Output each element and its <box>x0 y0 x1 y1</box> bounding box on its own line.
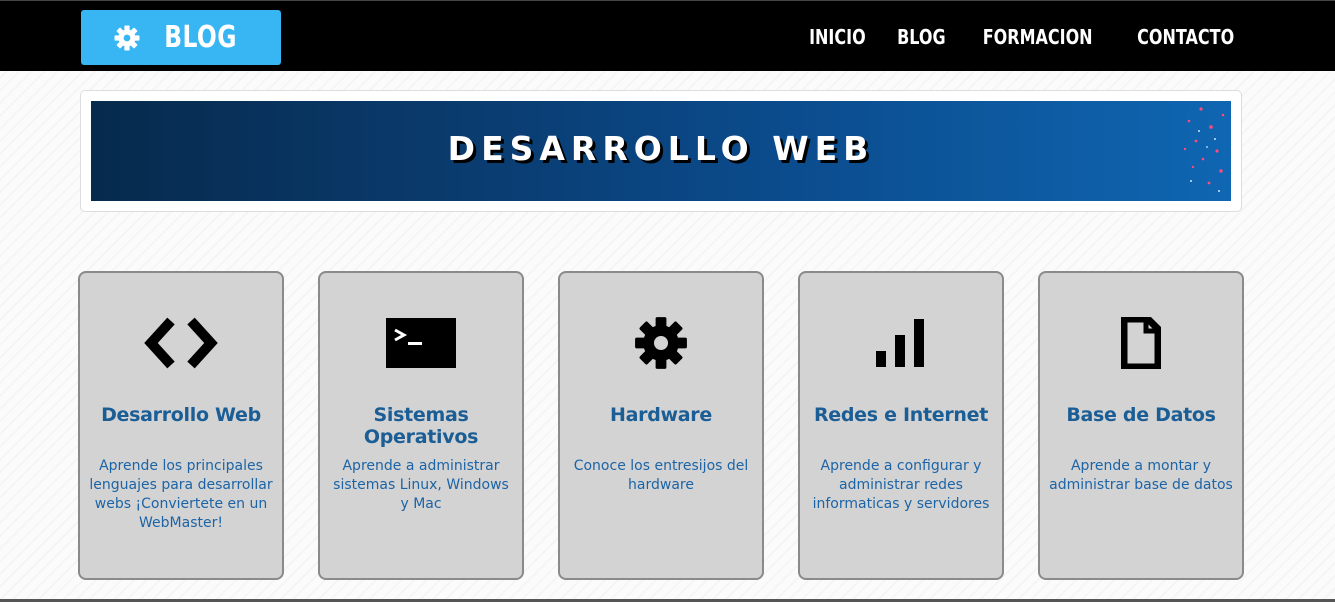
nav-item-blog[interactable]: BLOG <box>897 25 946 49</box>
card-sistemas-operativos[interactable]: Sistemas Operativos Aprende a administra… <box>318 271 524 580</box>
card-title: Hardware <box>610 404 712 426</box>
navbar: BLOG INICIO BLOG FORMACION CONTACTO <box>0 0 1335 71</box>
card-redes-internet[interactable]: Redes e Internet Aprende a configurar y … <box>798 271 1004 580</box>
card-hardware[interactable]: Hardware Conoce los entresijos del hardw… <box>558 271 764 580</box>
code-icon <box>144 317 218 369</box>
card-title: Desarrollo Web <box>101 404 261 426</box>
card-title: Base de Datos <box>1066 404 1216 426</box>
card-title: Sistemas Operativos <box>363 404 479 448</box>
nav-item-formacion[interactable]: FORMACION <box>983 25 1093 49</box>
main-nav: INICIO BLOG FORMACION CONTACTO <box>809 1 1236 72</box>
card-base-de-datos[interactable]: Base de Datos Aprende a montar y adminis… <box>1038 271 1244 580</box>
banner-frame: DESARROLLO WEB <box>80 90 1242 212</box>
card-description: Aprende los principales lenguajes para d… <box>89 458 273 531</box>
blog-logo-button[interactable]: BLOG <box>81 10 281 65</box>
gear-icon <box>114 25 140 50</box>
card-description: Aprende a administrar sistemas Linux, Wi… <box>333 458 509 512</box>
document-icon <box>1121 317 1161 369</box>
nav-item-inicio[interactable]: INICIO <box>809 25 866 49</box>
nav-item-contacto[interactable]: CONTACTO <box>1137 25 1234 49</box>
card-desarrollo-web[interactable]: Desarrollo Web Aprende los principales l… <box>78 271 284 580</box>
gear-icon <box>635 317 687 369</box>
signal-bars-icon <box>876 319 924 367</box>
card-title: Redes e Internet <box>813 404 989 426</box>
logo-label: BLOG <box>164 20 238 55</box>
card-description: Aprende a montar y administrar base de d… <box>1049 458 1233 493</box>
banner: DESARROLLO WEB <box>91 101 1231 201</box>
card-description: Conoce los entresijos del hardware <box>573 458 749 493</box>
terminal-icon <box>386 318 456 368</box>
banner-title: DESARROLLO WEB <box>447 129 875 168</box>
sparkles-decoration <box>1183 107 1225 192</box>
card-description: Aprende a configurar y administrar redes… <box>812 458 990 512</box>
